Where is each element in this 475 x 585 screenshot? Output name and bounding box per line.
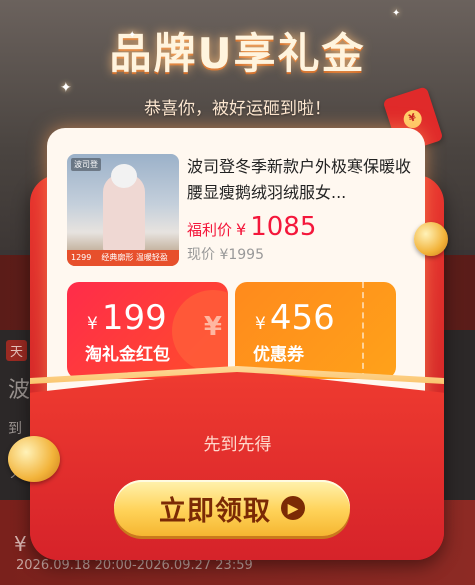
coupon-discount[interactable]: ¥ 456 优惠券 [235,282,396,379]
gold-coin-icon [414,222,448,256]
envelope-seal-icon: ¥ [401,107,425,131]
product-model-hat [111,164,137,188]
sparkle-icon: ✦ [60,80,72,96]
coupon-currency: ¥ [87,314,98,334]
price-currency: ¥ [236,220,247,239]
coupon-label: 优惠券 [253,345,304,365]
coupon-red-packet[interactable]: ¥ ¥ 199 淘礼金红包 [67,282,228,379]
claim-button-label: 立即领取 [159,495,271,526]
background-tag: 天 [6,340,28,361]
coupon-value: 199 [101,298,167,338]
product-image-banner: 1299 经典廓形 温暖轻盈 [67,250,179,266]
background-yen: ¥ [14,532,27,556]
original-price: 现价 ¥1995 [187,244,264,264]
coupon-amount: ¥ 456 [255,298,335,338]
background-date-range: 2026.09.18 20:00-2026.09.27 23:59 [16,558,253,573]
sparkle-icon: ✦ [392,8,401,19]
chevron-right-icon: ▶ [281,496,305,520]
product-image-price: 1299 [71,253,92,262]
sparkle-icon: ✦ [128,30,137,41]
background-text: 波 [8,378,31,403]
coupon-label: 淘礼金红包 [85,345,170,365]
coupon-amount: ¥ 199 [87,298,167,338]
product-image-caption: 经典廓形 温暖轻盈 [101,253,168,262]
claim-now-button[interactable]: 立即领取 ▶ [114,480,350,536]
coupon-perforation [362,282,364,379]
product-title[interactable]: 波司登冬季新款户外极寒保暖收腰显瘦鹅绒羽绒服女... [187,154,412,206]
price-value: 1085 [250,212,317,242]
price-label: 福利价 [187,221,233,239]
popup-headline: 品牌U享礼金 [109,29,366,78]
product-image[interactable]: 波司登 1299 经典廓形 温暖轻盈 [67,154,179,266]
product-image-brand: 波司登 [71,158,101,171]
coupon-currency: ¥ [255,314,266,334]
coupon-value: 456 [269,298,335,338]
original-price-label: 现价 [187,247,215,263]
original-price-value: ¥1995 [219,247,264,263]
coin-icon: ¥ [203,312,222,342]
first-come-text: 先到先得 [203,435,272,455]
welfare-price: 福利价 ¥ 1085 [187,212,316,242]
